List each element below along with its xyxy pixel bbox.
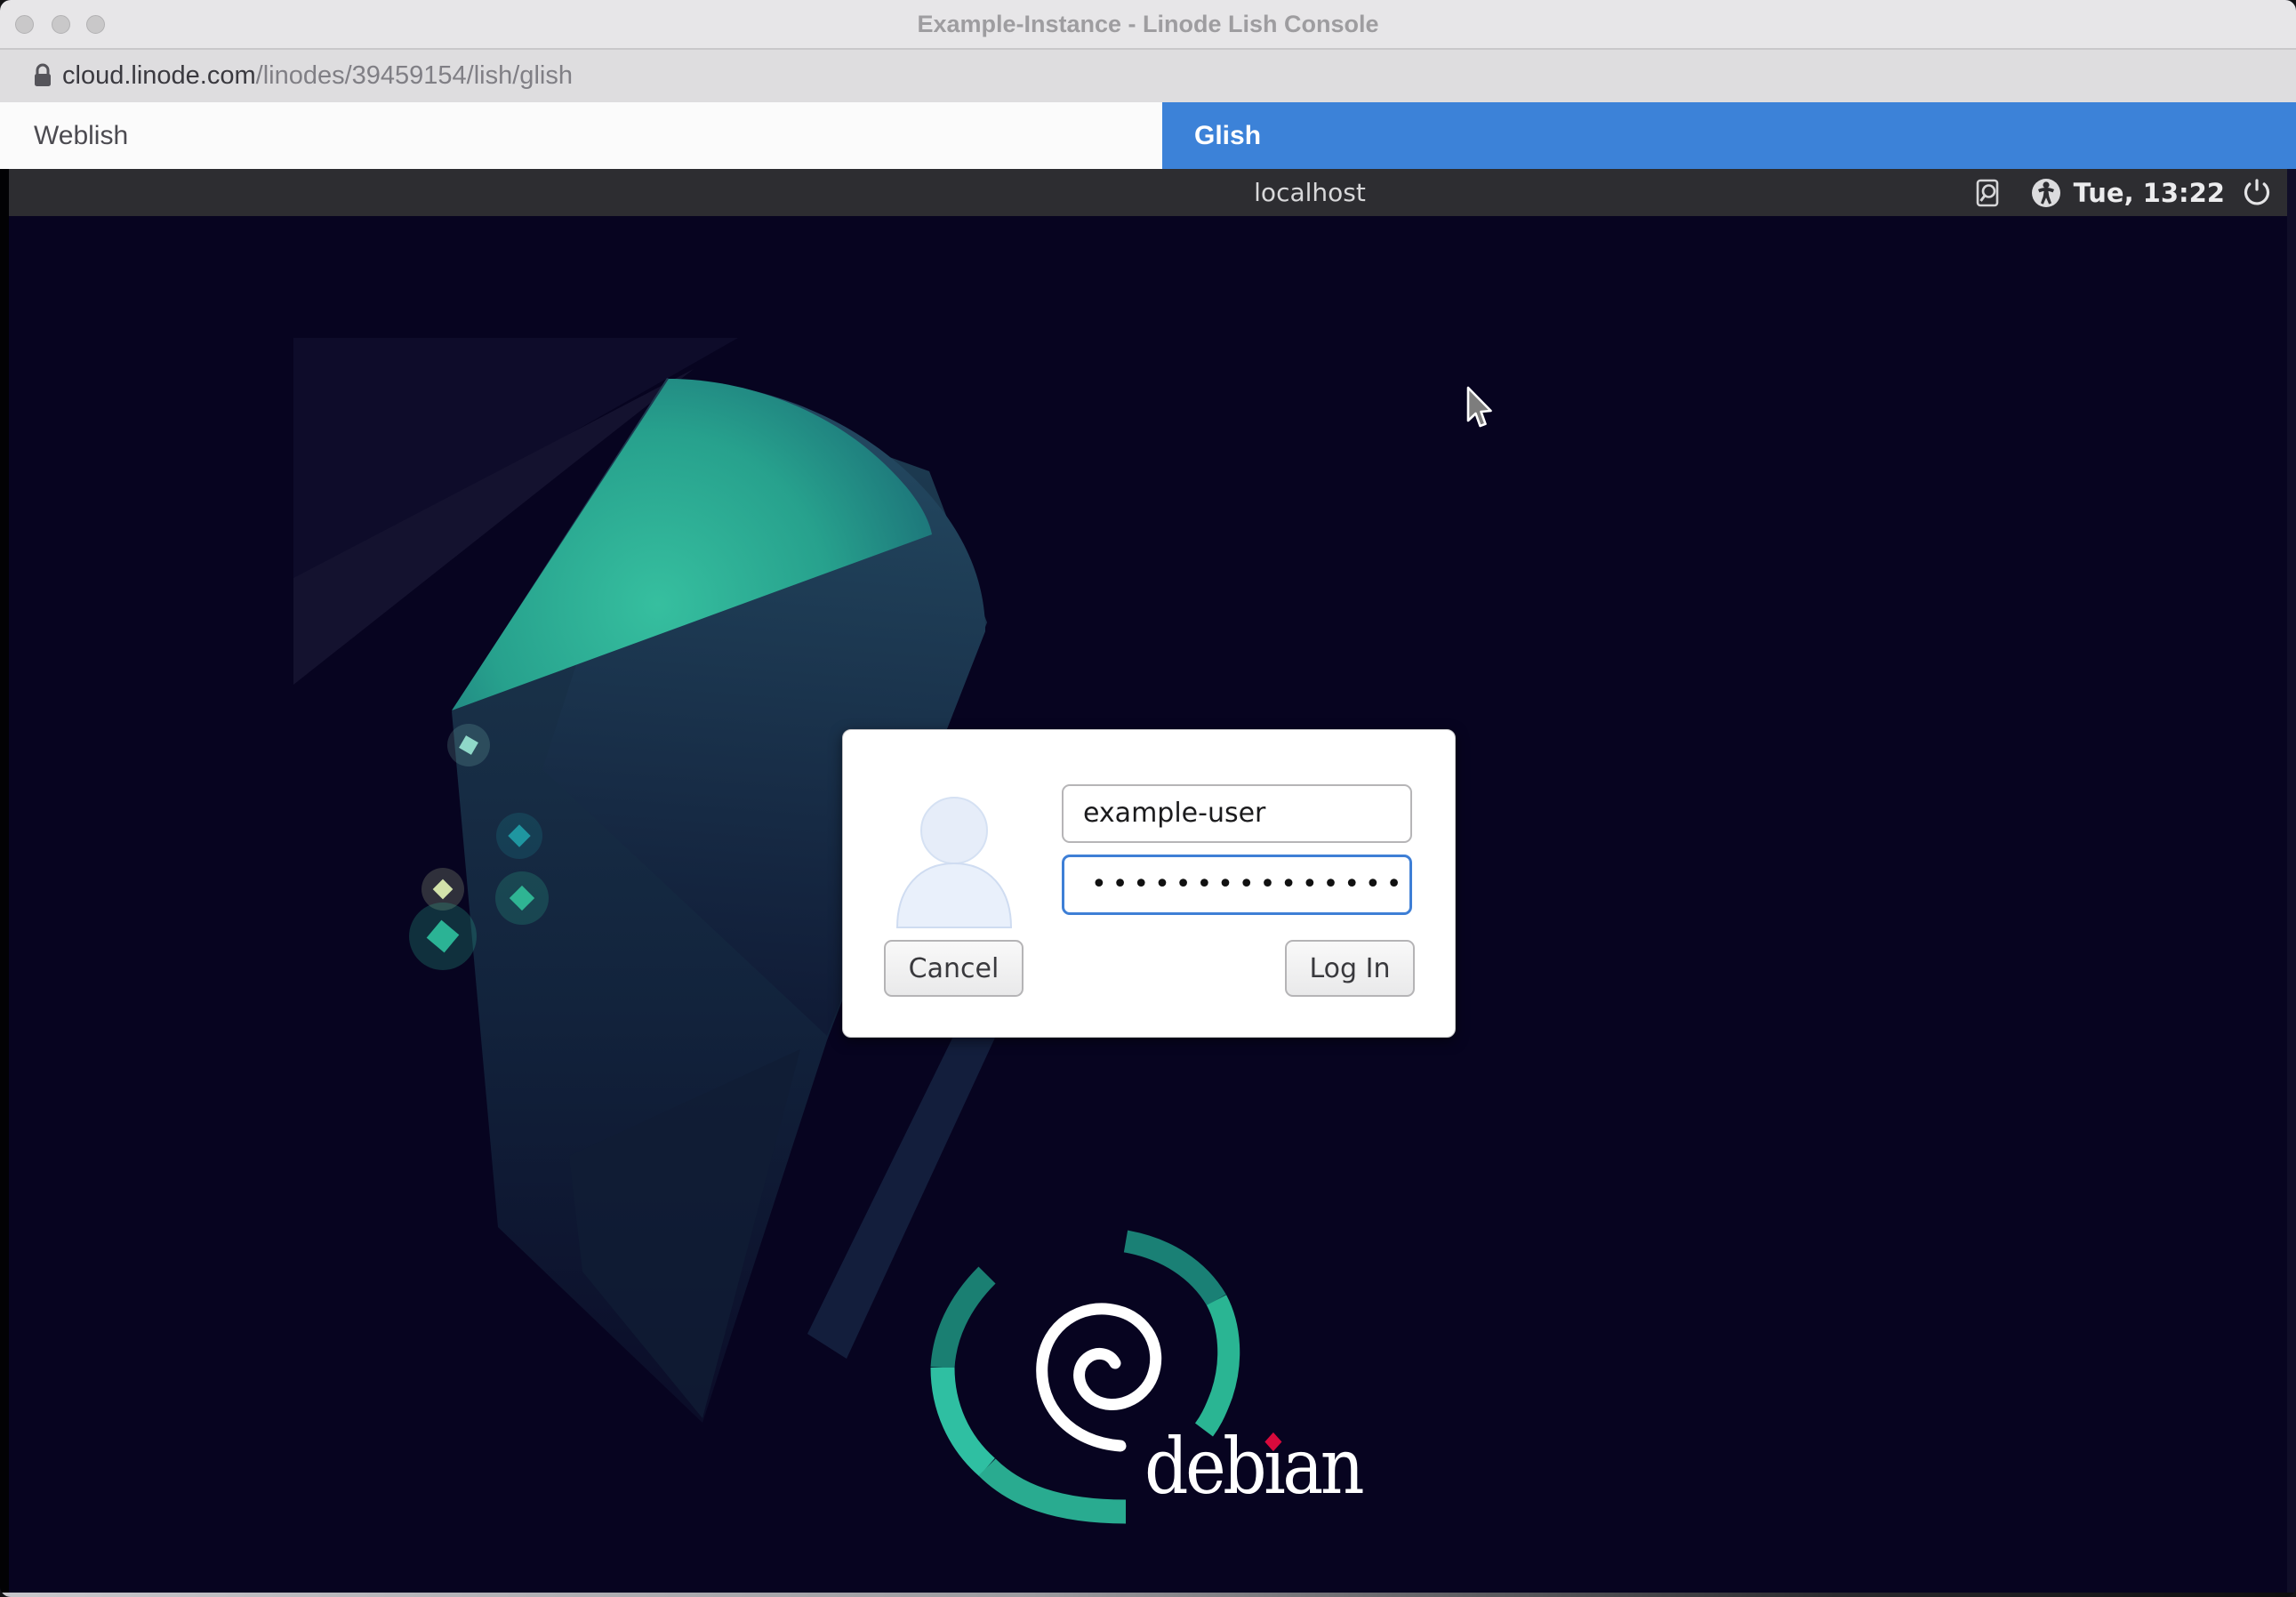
- url-path: /linodes/39459154/lish/glish: [256, 61, 573, 90]
- lock-icon: [25, 59, 60, 94]
- tab-glish[interactable]: Glish: [1162, 102, 2296, 169]
- hostname-label: localhost: [1254, 169, 1366, 216]
- arrow-cursor-icon: [1466, 386, 1497, 430]
- clock-label[interactable]: Tue, 13:22: [2074, 178, 2225, 208]
- tab-weblish-label: Weblish: [34, 121, 128, 151]
- gnome-top-bar: localhost Tue, 13:22: [9, 169, 2287, 216]
- screen-magnifier-icon[interactable]: [1971, 175, 2003, 211]
- tab-glish-label: Glish: [1194, 121, 1261, 151]
- username-input[interactable]: example-user: [1062, 784, 1412, 843]
- log-in-button-label: Log In: [1310, 953, 1391, 984]
- cancel-button[interactable]: Cancel: [884, 940, 1024, 997]
- top-bar-status-area: Tue, 13:22: [1971, 169, 2273, 216]
- debian-wordmark: debıan: [1144, 1429, 1361, 1505]
- tab-weblish[interactable]: Weblish: [0, 102, 1162, 169]
- accessibility-icon[interactable]: [2030, 177, 2062, 209]
- log-in-button[interactable]: Log In: [1285, 940, 1415, 997]
- power-icon[interactable]: [2241, 177, 2273, 209]
- url-host: cloud.linode.com: [62, 61, 256, 90]
- address-bar[interactable]: cloud.linode.com/linodes/39459154/lish/g…: [0, 50, 2296, 104]
- password-input[interactable]: ••••••••••••••••••••••: [1062, 855, 1412, 915]
- browser-window: Example-Instance - Linode Lish Console c…: [0, 0, 2296, 1597]
- password-masked-value: ••••••••••••••••••••••: [1091, 869, 1412, 900]
- window-title-bar: Example-Instance - Linode Lish Console: [0, 0, 2296, 50]
- login-dialog: example-user •••••••••••••••••••••• Canc…: [842, 729, 1456, 1038]
- cancel-button-label: Cancel: [909, 953, 999, 984]
- window-title: Example-Instance - Linode Lish Console: [0, 0, 2296, 48]
- url-text[interactable]: cloud.linode.com/linodes/39459154/lish/g…: [62, 50, 573, 102]
- debian-wordmark-text: debıan: [1144, 1423, 1361, 1512]
- window-bottom-edge: [0, 1593, 2296, 1597]
- user-avatar-icon: [887, 794, 1021, 929]
- lish-tab-bar: Weblish Glish: [0, 102, 2296, 169]
